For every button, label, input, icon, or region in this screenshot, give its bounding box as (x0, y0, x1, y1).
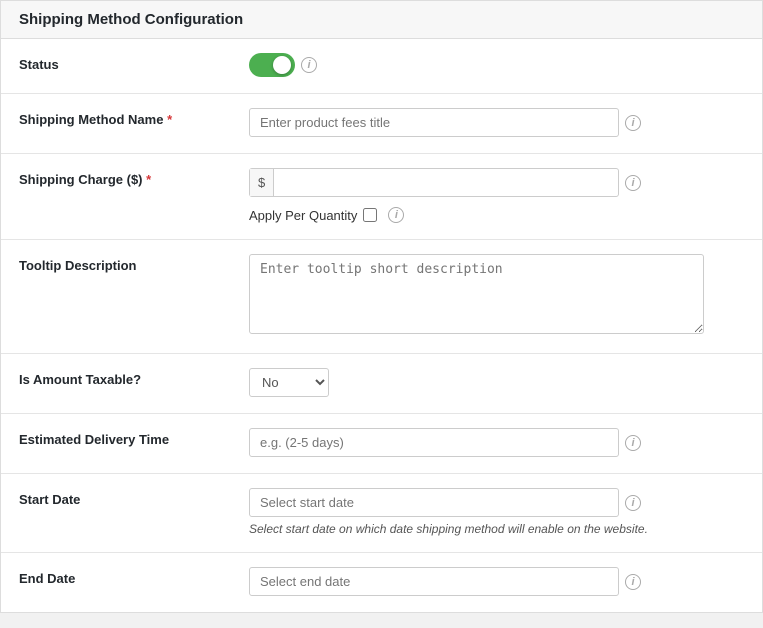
status-field-row: i (249, 53, 744, 77)
end-date-input[interactable] (249, 567, 619, 596)
shipping-charge-required: * (146, 172, 151, 187)
dollar-prefix: $ (250, 169, 274, 196)
shipping-method-name-required: * (167, 112, 172, 127)
start-date-row: Start Date i Select start date on which … (1, 474, 762, 553)
estimated-delivery-time-input[interactable] (249, 428, 619, 457)
apply-per-quantity-row: Apply Per Quantity i (249, 207, 744, 223)
tooltip-description-row: Tooltip Description (1, 240, 762, 354)
status-toggle[interactable] (249, 53, 295, 77)
shipping-method-name-row: Shipping Method Name * i (1, 94, 762, 154)
estimated-delivery-time-label: Estimated Delivery Time (1, 414, 231, 474)
start-date-field-row: i (249, 488, 744, 517)
end-date-row: End Date i (1, 553, 762, 613)
is-amount-taxable-select[interactable]: No Yes (249, 368, 329, 397)
shipping-charge-field-row: $ i (249, 168, 744, 197)
tooltip-description-label: Tooltip Description (1, 240, 231, 354)
start-date-label: Start Date (1, 474, 231, 553)
shipping-method-name-input[interactable] (249, 108, 619, 137)
estimated-delivery-time-row: Estimated Delivery Time i (1, 414, 762, 474)
toggle-slider (249, 53, 295, 77)
shipping-charge-input[interactable] (274, 169, 618, 196)
estimated-delivery-time-help-icon[interactable]: i (625, 435, 641, 451)
apply-per-quantity-help-icon[interactable]: i (388, 207, 404, 223)
shipping-charge-input-group: $ (249, 168, 619, 197)
shipping-method-configuration-panel: Shipping Method Configuration Status i S… (0, 0, 763, 613)
shipping-charge-help-icon[interactable]: i (625, 175, 641, 191)
start-date-help-icon[interactable]: i (625, 495, 641, 511)
panel-title: Shipping Method Configuration (1, 1, 762, 39)
end-date-help-icon[interactable]: i (625, 574, 641, 590)
is-amount-taxable-label: Is Amount Taxable? (1, 354, 231, 414)
start-date-hint: Select start date on which date shipping… (249, 522, 744, 536)
apply-per-quantity-label: Apply Per Quantity (249, 208, 357, 223)
tooltip-description-textarea[interactable] (249, 254, 704, 334)
end-date-field-row: i (249, 567, 744, 596)
status-help-icon[interactable]: i (301, 57, 317, 73)
status-label: Status (1, 39, 231, 94)
shipping-method-name-field-row: i (249, 108, 744, 137)
form-table: Status i Shipping Method Name * (1, 39, 762, 612)
status-row: Status i (1, 39, 762, 94)
shipping-charge-label: Shipping Charge ($) (19, 172, 143, 187)
start-date-input[interactable] (249, 488, 619, 517)
shipping-method-name-label: Shipping Method Name (19, 112, 163, 127)
is-amount-taxable-row: Is Amount Taxable? No Yes (1, 354, 762, 414)
estimated-delivery-time-field-row: i (249, 428, 744, 457)
apply-per-quantity-checkbox[interactable] (363, 208, 377, 222)
shipping-charge-row: Shipping Charge ($) * $ i Apply Per Quan… (1, 154, 762, 240)
end-date-label: End Date (1, 553, 231, 613)
shipping-method-name-help-icon[interactable]: i (625, 115, 641, 131)
